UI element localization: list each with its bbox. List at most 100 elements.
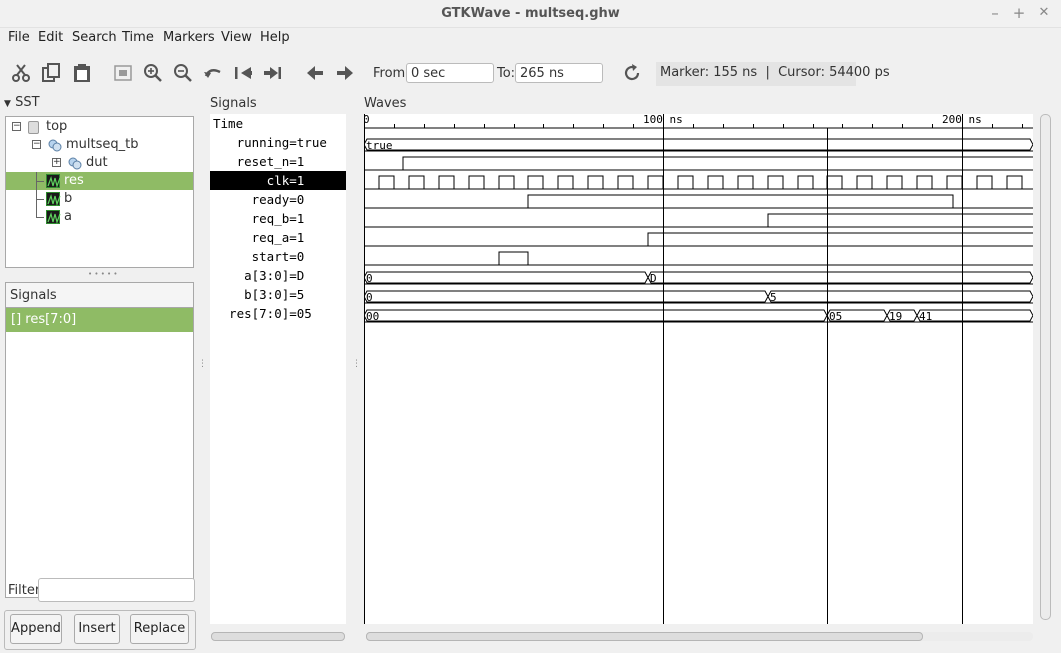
waves-pane[interactable]: 0 100 ns 200 ns true 0 D 0 5 00 05 19 41	[364, 114, 1033, 624]
reset-n-wave	[364, 156, 1033, 171]
menu-edit[interactable]: Edit	[38, 30, 63, 45]
menu-search[interactable]: Search	[72, 30, 117, 45]
minimize-button[interactable]: –	[986, 4, 1004, 22]
signal-row[interactable]: req_b=1	[210, 209, 346, 228]
zoom-start-icon[interactable]	[232, 62, 254, 84]
tree-line	[36, 208, 37, 217]
res-bus-wave-value-label: 05	[829, 310, 842, 323]
expander-icon[interactable]: +	[52, 158, 61, 167]
b-bus-wave-segment	[767, 290, 1033, 303]
signal-row[interactable]: start=0	[210, 247, 346, 266]
res-bus-wave-segment	[916, 309, 1033, 322]
signal-row[interactable]: res[7:0]=05	[210, 304, 346, 323]
signal-row[interactable]: a[3:0]=D	[210, 266, 346, 285]
marker-cursor-status: Marker: 155 ns | Cursor: 54400 ps	[656, 62, 890, 86]
zoom-in-icon[interactable]	[142, 62, 164, 84]
tree-line	[36, 217, 44, 218]
menu-markers[interactable]: Markers	[163, 30, 215, 45]
pane-divider-handle[interactable]: • • • • •	[88, 270, 118, 278]
res-bus-wave-value-label: 41	[919, 310, 932, 323]
tree-item-res[interactable]: res	[6, 172, 193, 190]
signal-row[interactable]: clk=1	[210, 171, 346, 190]
waveform-canvas[interactable]: 0 100 ns 200 nstrue0 D0 500 05 19 41	[364, 114, 1033, 624]
time-row[interactable]: Time	[210, 114, 346, 133]
waves-hscrollbar[interactable]	[366, 632, 923, 641]
signal-row[interactable]: running=true	[210, 133, 346, 152]
tree-item-top[interactable]: − top	[6, 118, 193, 136]
module-icon	[28, 121, 39, 134]
waves-vscrollbar[interactable]	[1040, 114, 1051, 620]
b-bus-wave-value-label: 5	[770, 291, 777, 304]
sst-signals-header: Signals	[5, 282, 194, 308]
undo-zoom-icon[interactable]	[202, 62, 224, 84]
menu-help[interactable]: Help	[260, 30, 290, 45]
instance-icon	[68, 157, 82, 170]
tree-item-dut[interactable]: + dut	[6, 154, 193, 172]
signal-row[interactable]: reset_n=1	[210, 152, 346, 171]
paste-icon[interactable]	[71, 62, 93, 84]
expander-icon[interactable]: −	[32, 140, 41, 149]
to-label: To:	[497, 66, 516, 81]
to-input[interactable]	[515, 63, 603, 83]
instance-icon	[48, 139, 62, 152]
menu-file[interactable]: File	[8, 30, 30, 45]
replace-button[interactable]: Replace	[130, 614, 189, 644]
a-bus-wave-segment	[647, 271, 1033, 284]
signal-row[interactable]: req_a=1	[210, 228, 346, 247]
signals-hscrollbar[interactable]	[211, 632, 345, 641]
ready-wave	[364, 194, 1033, 209]
maximize-button[interactable]: +	[1010, 4, 1028, 22]
tree-item-label: multseq_tb	[66, 137, 139, 152]
reload-icon[interactable]	[621, 62, 643, 84]
from-input[interactable]	[406, 63, 494, 83]
sst-tree-list: − top − multseq_tb + dut res b a	[6, 117, 193, 226]
menu-view[interactable]: View	[221, 30, 252, 45]
cut-icon[interactable]	[10, 62, 32, 84]
close-button[interactable]: ✕	[1035, 4, 1053, 22]
signal-icon	[46, 210, 61, 225]
time-tick-label: 0	[364, 114, 370, 126]
list-item[interactable]: [] res[7:0]	[6, 308, 193, 332]
copy-icon[interactable]	[40, 62, 62, 84]
tree-item-b[interactable]: b	[6, 190, 193, 208]
signal-row[interactable]: ready=0	[210, 190, 346, 209]
arrow-right-icon[interactable]	[334, 62, 356, 84]
tree-item-a[interactable]: a	[6, 208, 193, 226]
tree-item-label: res	[64, 173, 84, 188]
a-bus-wave-value-label: D	[650, 272, 657, 285]
tree-item-label: top	[46, 119, 68, 134]
tree-item-label: b	[64, 191, 73, 206]
zoom-out-icon[interactable]	[172, 62, 194, 84]
window-title: GTKWave - multseq.ghw	[441, 6, 620, 21]
time-tick-label: 100 ns	[643, 114, 683, 126]
tree-item-multseq-tb[interactable]: − multseq_tb	[6, 136, 193, 154]
res-bus-wave-value-label: 19	[889, 310, 902, 323]
pane-grip-left[interactable]: ⋮	[198, 360, 207, 369]
signals-pane-header: Signals	[210, 96, 257, 111]
collapse-triangle-icon: ▼	[4, 99, 11, 109]
sst-tree[interactable]: − top − multseq_tb + dut res b a	[5, 116, 194, 268]
append-button[interactable]: Append	[10, 614, 62, 644]
pane-grip-right[interactable]: ⋮	[352, 360, 361, 369]
signal-icon	[46, 174, 61, 189]
sst-signals-list[interactable]: [] res[7:0]	[5, 307, 194, 598]
signal-icon	[46, 192, 61, 207]
expander-icon[interactable]: −	[12, 122, 21, 131]
tree-line	[36, 181, 44, 182]
running-wave-value-label: true	[366, 139, 393, 152]
sst-header[interactable]: ▼ SST	[4, 95, 40, 110]
tree-item-label: a	[64, 209, 72, 224]
a-bus-wave-segment	[364, 271, 649, 284]
filter-input[interactable]	[38, 578, 195, 602]
zoom-fit-icon[interactable]	[112, 62, 134, 84]
b-bus-wave-value-label: 0	[366, 291, 373, 304]
req-b-wave	[364, 213, 1033, 228]
menu-time[interactable]: Time	[122, 30, 154, 45]
zoom-end-icon[interactable]	[262, 62, 284, 84]
insert-button[interactable]: Insert	[74, 614, 120, 644]
arrow-left-icon[interactable]	[304, 62, 326, 84]
a-bus-wave-value-label: 0	[366, 272, 373, 285]
signals-pane[interactable]: Time running=true reset_n=1 clk=1 ready=…	[210, 114, 346, 624]
res-bus-wave-value-label: 00	[366, 310, 379, 323]
signal-row[interactable]: b[3:0]=5	[210, 285, 346, 304]
